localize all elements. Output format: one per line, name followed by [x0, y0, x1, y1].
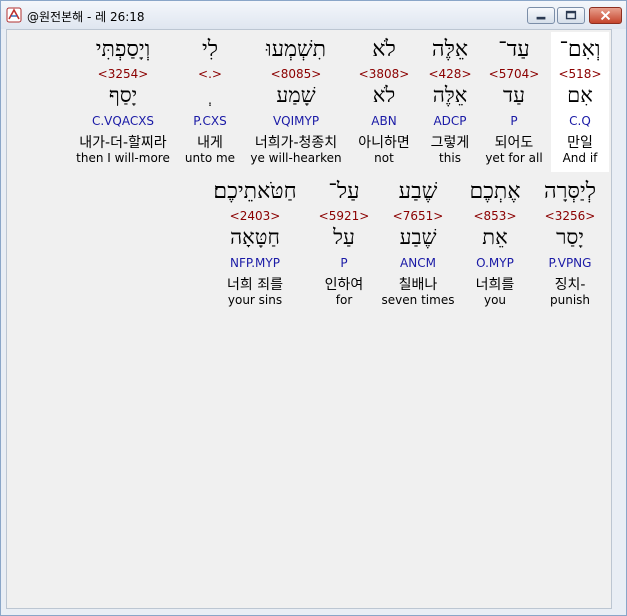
hebrew-root: יָסַר — [556, 225, 584, 249]
hebrew-word: אֵלֶּה — [431, 37, 469, 62]
hebrew-word: לְיַסְּרָה — [543, 179, 597, 204]
korean-gloss: 아니하면 — [358, 135, 410, 151]
word-cell[interactable]: לְיַסְּרָה <3256> יָסַר P.VPNG 징치- punis… — [535, 174, 605, 314]
hebrew-root: יָסַף — [108, 83, 138, 107]
strong-number[interactable]: <5921> — [313, 209, 375, 223]
english-gloss: punish — [549, 293, 591, 307]
morphology-code: C.VQACXS — [91, 114, 155, 128]
word-cell[interactable]: וְאִם־ <518> אִם C.Q 만일 And if — [551, 32, 609, 172]
hebrew-root: שֶׁבַע — [399, 225, 437, 249]
hebrew-word: אֶתְכֶם — [469, 179, 521, 204]
word-cell[interactable]: אֵלֶּה <428> אֵלֶּה ADCP 그렇게 this — [421, 32, 479, 172]
hebrew-root: אֵת — [482, 225, 508, 249]
strong-number[interactable]: <518> — [551, 67, 609, 81]
word-cell[interactable]: חַטֹּאתֵיכֶם׃ <2403> חַטָּאָה NFP.MYP 너희… — [203, 174, 307, 314]
hebrew-word: לִי — [201, 37, 219, 62]
morphology-code: P — [340, 256, 348, 270]
morphology-code: P.CXS — [193, 114, 227, 128]
korean-gloss: 그렇게 — [430, 135, 470, 151]
word-cell[interactable]: אֶתְכֶם <853> אֵת O.MYP 너희를 you — [463, 174, 527, 314]
hebrew-root: לֹא — [372, 83, 396, 107]
morphology-code: ABN — [371, 114, 397, 128]
korean-gloss: 되어도 — [494, 135, 534, 151]
close-button[interactable] — [589, 7, 622, 24]
morphology-code: ADCP — [433, 114, 467, 128]
korean-gloss: 징치- — [554, 277, 586, 293]
close-icon — [600, 10, 611, 21]
title-bar[interactable]: @원전본해 - 레 26:18 — [1, 1, 626, 29]
korean-gloss: 너희를 — [475, 277, 515, 293]
hebrew-word: שֶׁבַע — [398, 179, 438, 204]
korean-gloss: 너희가-청종치 — [254, 135, 338, 151]
word-cell[interactable]: עַד־ <5704> עַד P 되어도 yet for all — [483, 32, 545, 172]
english-gloss: your sins — [227, 293, 283, 307]
hebrew-word: לֹא — [372, 37, 396, 62]
hebrew-root: שָׁמַע — [276, 83, 316, 107]
app-icon — [6, 7, 22, 23]
minimize-button[interactable] — [527, 7, 555, 24]
hebrew-word: תִשְׁמְעוּ — [265, 37, 327, 62]
hebrew-word: וְאִם־ — [559, 37, 601, 62]
window-title: @원전본해 - 레 26:18 — [27, 10, 145, 24]
word-cell[interactable]: לִי <.> ְ P.CXS 내게 unto me — [181, 32, 239, 172]
korean-gloss: 너희 죄를 — [227, 277, 283, 293]
hebrew-root: אִם — [567, 83, 593, 107]
maximize-icon — [565, 10, 577, 20]
english-gloss: ye will-hearken — [250, 151, 342, 165]
english-gloss: for — [335, 293, 353, 307]
korean-gloss: 내가-더-할찌라 — [79, 135, 167, 151]
strong-number[interactable]: <.> — [181, 67, 239, 81]
english-gloss: not — [374, 151, 394, 165]
hebrew-root: ְ — [181, 83, 239, 108]
minimize-icon — [536, 16, 546, 20]
hebrew-root: אֵלֶּה — [432, 83, 468, 107]
morphology-code: P.VPNG — [548, 256, 592, 270]
strong-number[interactable]: <2403> — [203, 209, 307, 223]
english-gloss: And if — [562, 151, 598, 165]
word-cell[interactable]: עַל־ <5921> עַל P 인하여 for — [313, 174, 375, 314]
morphology-code: NFP.MYP — [230, 256, 280, 270]
english-gloss: yet for all — [485, 151, 543, 165]
korean-gloss: 인하여 — [324, 277, 364, 293]
hebrew-root: חַטָּאָה — [230, 225, 280, 249]
english-gloss: then I will-more — [76, 151, 170, 165]
app-window: @원전본해 - 레 26:18 וְאִם־ <518> אִם C.Q 만일 — [0, 0, 627, 616]
maximize-button[interactable] — [557, 7, 585, 24]
word-cell[interactable]: וְיָסַפְתִּי <3254> יָסַף C.VQACXS 내가-더-… — [71, 32, 175, 172]
english-gloss: this — [439, 151, 461, 165]
strong-number[interactable]: <3808> — [353, 67, 415, 81]
strong-number[interactable]: <428> — [421, 67, 479, 81]
hebrew-word: חַטֹּאתֵיכֶם׃ — [213, 179, 297, 204]
hebrew-root: עַל — [333, 225, 355, 249]
morphology-code: VQIMYP — [272, 114, 320, 128]
strong-number[interactable]: <8085> — [245, 67, 347, 81]
morphology-code: O.MYP — [476, 256, 514, 270]
verse-analysis-panel: וְאִם־ <518> אִם C.Q 만일 And if עַד־ <570… — [6, 29, 612, 609]
english-gloss: seven times — [381, 293, 455, 307]
hebrew-word: וְיָסַפְתִּי — [95, 37, 151, 62]
word-cell[interactable]: שֶׁבַע <7651> שֶׁבַע ANCM 칠배나 seven time… — [379, 174, 457, 314]
hebrew-word: עַל־ — [328, 179, 360, 204]
strong-number[interactable]: <3254> — [71, 67, 175, 81]
window-border-right — [612, 29, 624, 609]
strong-number[interactable]: <853> — [463, 209, 527, 223]
morphology-code: P — [510, 114, 518, 128]
english-gloss: you — [483, 293, 507, 307]
korean-gloss: 칠배나 — [398, 277, 438, 293]
korean-gloss: 만일 — [567, 135, 593, 151]
strong-number[interactable]: <5704> — [483, 67, 545, 81]
word-cell[interactable]: לֹא <3808> לֹא ABN 아니하면 not — [353, 32, 415, 172]
english-gloss: unto me — [184, 151, 236, 165]
hebrew-word: עַד־ — [498, 37, 530, 62]
strong-number[interactable]: <3256> — [535, 209, 605, 223]
hebrew-root: עַד — [503, 83, 525, 107]
morphology-code: ANCM — [400, 256, 436, 270]
korean-gloss: 내게 — [197, 135, 223, 151]
word-cell[interactable]: תִשְׁמְעוּ <8085> שָׁמַע VQIMYP 너희가-청종치 … — [245, 32, 347, 172]
strong-number[interactable]: <7651> — [379, 209, 457, 223]
morphology-code: C.Q — [569, 114, 591, 128]
